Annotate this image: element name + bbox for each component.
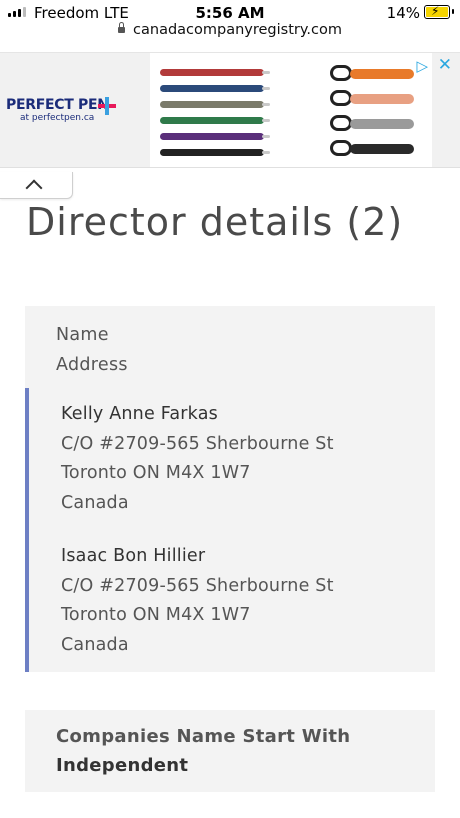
lock-icon (118, 22, 126, 33)
collapse-ad-button[interactable] (0, 172, 73, 199)
ad-brand-sub: at perfectpen.ca (20, 113, 95, 123)
address-line: C/O #2709-565 Sherbourne St (61, 433, 334, 454)
address-line: Toronto ON M4X 1W7 (61, 605, 251, 625)
address-line: C/O #2709-565 Sherbourne St (61, 575, 334, 596)
pen-image (160, 101, 270, 108)
ad-banner[interactable]: PERFECT PEN at perfectpen.ca ▷ ✕ (0, 52, 460, 168)
brand-plus-icon (98, 97, 116, 115)
ad-choices-icon[interactable]: ▷ (416, 57, 428, 75)
companies-label: Companies Name Start With (56, 726, 351, 747)
directors-list: Kelly Anne Farkas C/O #2709-565 Sherbour… (25, 388, 435, 672)
carabiner-image (330, 115, 416, 131)
list-item: Kelly Anne Farkas C/O #2709-565 Sherbour… (61, 400, 334, 518)
page-title: Director details (2) (26, 200, 404, 244)
directors-card: Name Address Kelly Anne Farkas C/O #2709… (25, 306, 435, 672)
pen-image (160, 149, 270, 156)
status-bar: Freedom LTE 5:56 AM 14% ⚡ (0, 0, 460, 24)
director-name: Kelly Anne Farkas (61, 404, 218, 424)
carabiner-image (330, 90, 416, 106)
pen-image (160, 133, 270, 140)
battery-percent: 14% (386, 4, 420, 22)
ad-brand: PERFECT PEN (6, 97, 109, 113)
pen-image (160, 85, 270, 92)
companies-value[interactable]: Independent (56, 751, 188, 780)
header-name-label: Name (56, 325, 109, 345)
close-icon[interactable]: ✕ (438, 55, 452, 75)
header-address-label: Address (56, 355, 128, 375)
list-item: Isaac Bon Hillier C/O #2709-565 Sherbour… (61, 542, 334, 660)
companies-card: Companies Name Start With Independent (25, 710, 435, 792)
url-text: canadacompanyregistry.com (133, 22, 342, 38)
directors-header: Name Address (56, 320, 128, 380)
carabiner-image (330, 140, 416, 156)
address-line: Toronto ON M4X 1W7 (61, 463, 251, 483)
ad-product-image[interactable] (150, 53, 432, 167)
pen-image (160, 117, 270, 124)
address-line: Canada (61, 634, 129, 655)
director-name: Isaac Bon Hillier (61, 546, 206, 566)
pen-image (160, 69, 270, 76)
address-bar[interactable]: canadacompanyregistry.com (0, 22, 460, 46)
address-line: Canada (61, 492, 129, 513)
chevron-up-icon (25, 179, 43, 197)
carabiner-image (330, 65, 416, 81)
battery-charging-icon: ⚡ (424, 4, 454, 19)
